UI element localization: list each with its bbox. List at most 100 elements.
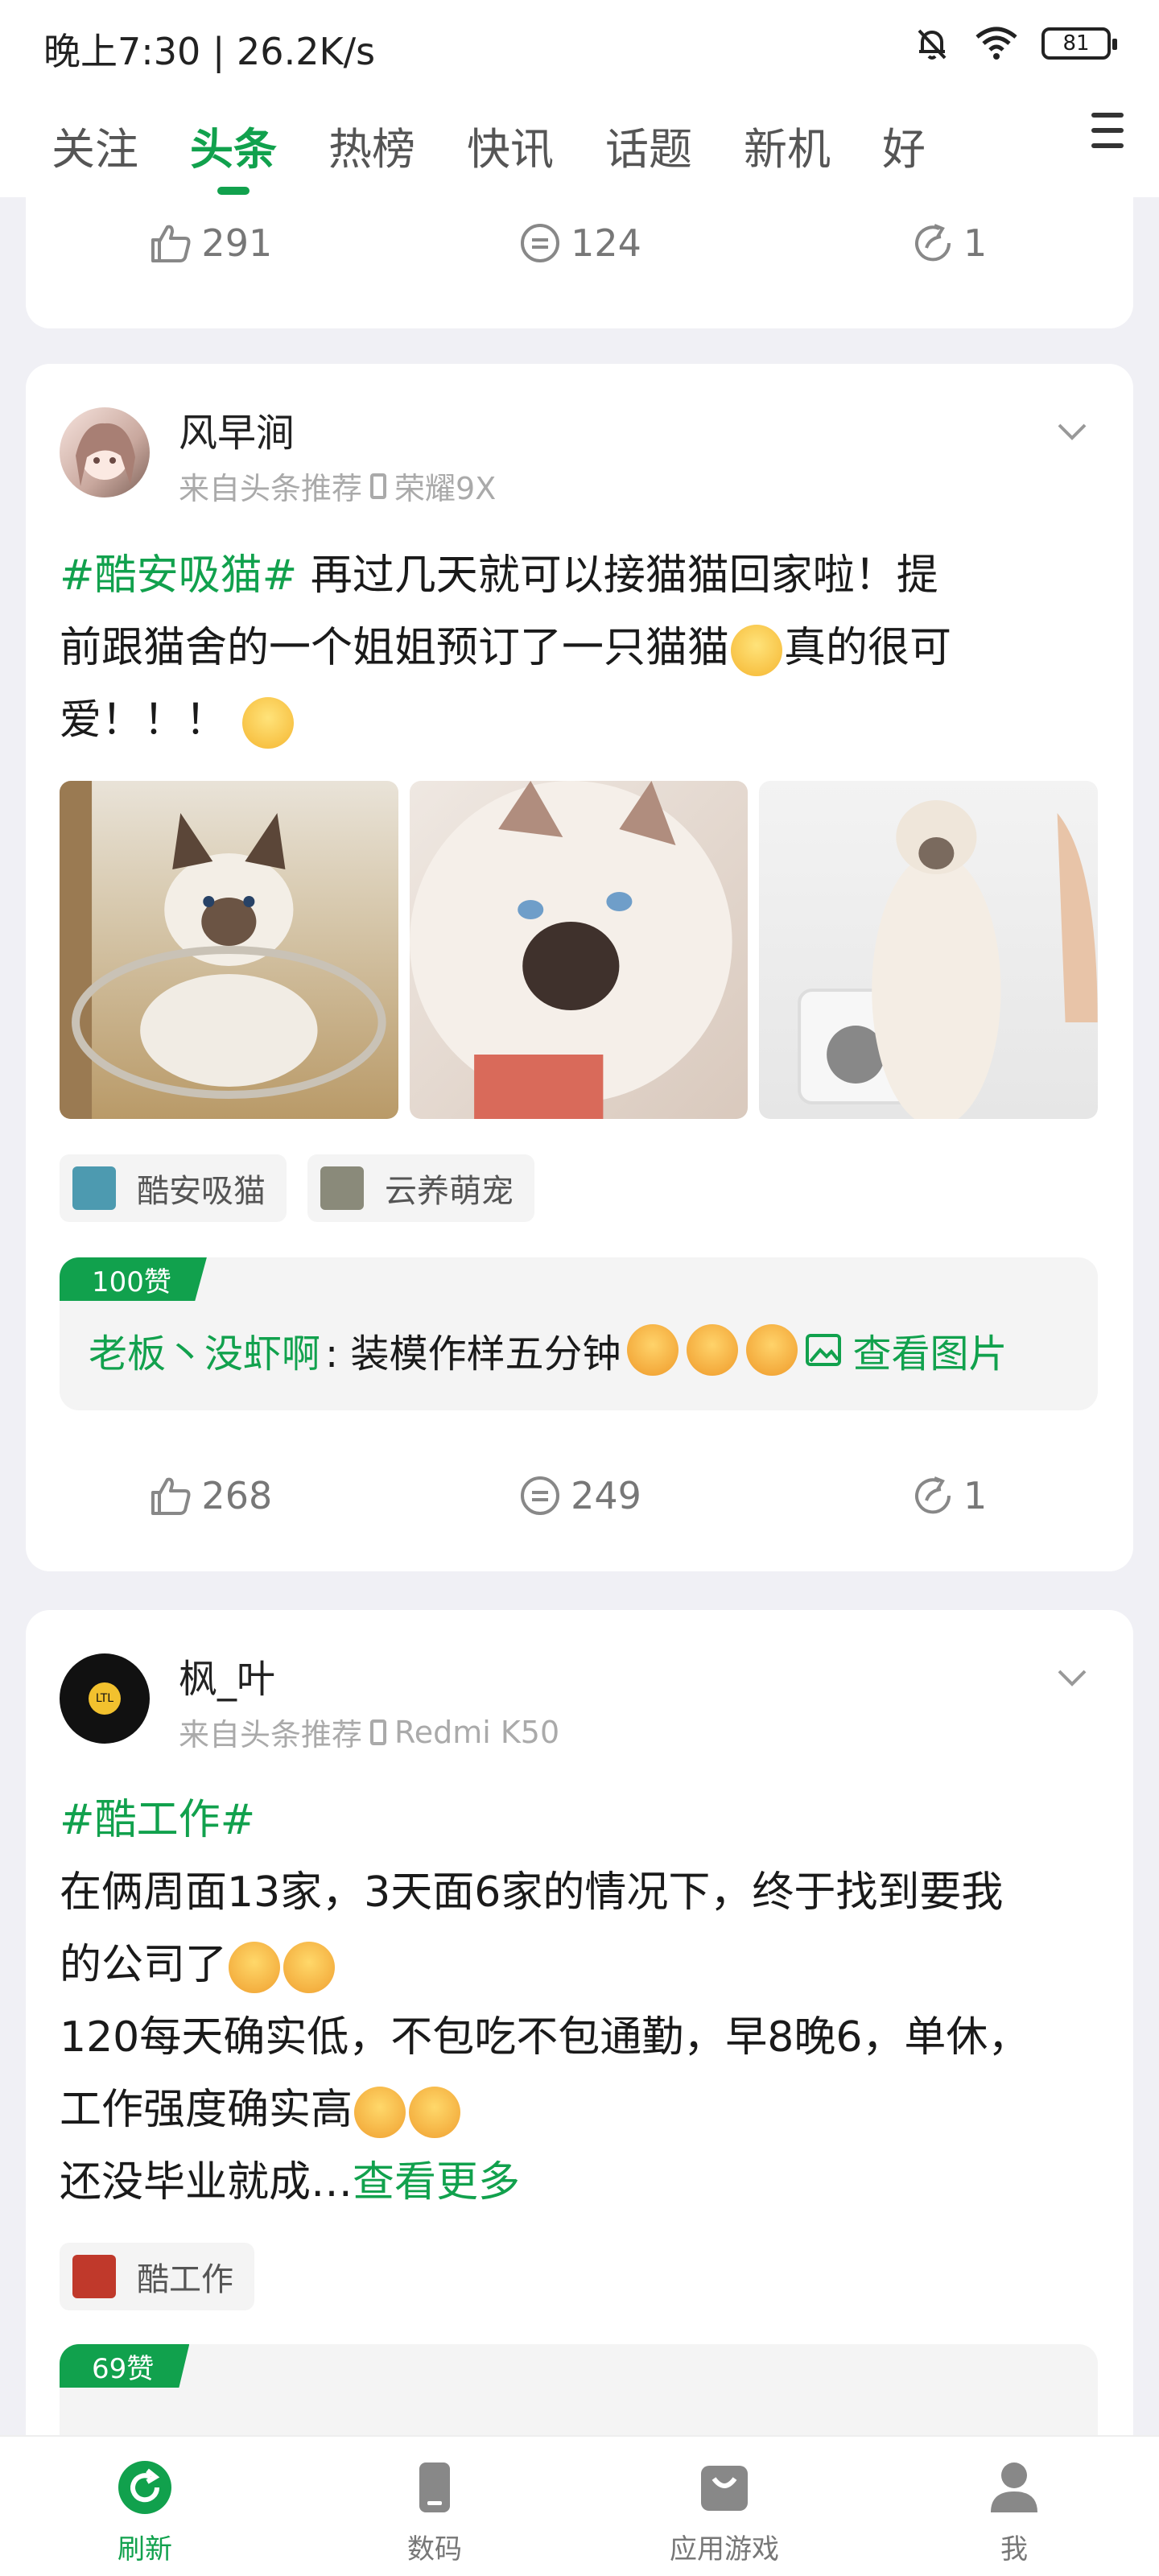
hot-comment-user[interactable]: 老板丶没虾啊 <box>89 1322 320 1378</box>
tag-label: 酷工作 <box>137 2261 233 2298</box>
post-line: 的公司了 <box>60 1941 228 1989</box>
post-line: 前跟猫舍的一个姐姐预订了一只猫猫 <box>60 624 730 672</box>
tab-bar: 关注 头条 热榜 快讯 话题 新机 好 <box>0 105 1159 185</box>
chevron-down-icon[interactable] <box>1056 415 1088 448</box>
username[interactable]: 枫_叶 <box>179 1647 275 1703</box>
tag-label: 云养萌宠 <box>385 1173 514 1210</box>
grin-emoji-icon <box>731 625 783 676</box>
share-button[interactable]: 1 <box>764 203 1133 283</box>
comment-icon <box>521 224 560 262</box>
user-icon <box>991 2462 1037 2512</box>
post-line: 爱！！！ <box>60 696 228 745</box>
comment-count: 249 <box>571 1474 641 1517</box>
post-line: 120每天确实低，不包吃不包通勤，早8晚6，单休， <box>60 2013 1030 2062</box>
thinking-emoji-icon <box>241 697 294 749</box>
refresh-icon <box>118 2461 171 2514</box>
top-bar: 晚上7:30 | 26.2K/s 81 关注 头条 热榜 快讯 话题 新机 好 <box>0 0 1159 197</box>
view-image-link[interactable]: 查看图片 <box>804 1322 1007 1378</box>
tab-headlines[interactable]: 头条 <box>190 114 277 177</box>
tab-topics[interactable]: 话题 <box>605 114 692 177</box>
tag-thumb-icon <box>320 1166 364 1210</box>
thumb-up-icon <box>151 225 191 262</box>
nav-label: 数码 <box>407 2533 462 2566</box>
mute-bell-icon <box>918 29 947 60</box>
share-icon <box>915 1476 951 1514</box>
tab-hot[interactable]: 热榜 <box>328 114 415 177</box>
topic-link[interactable]: #酷工作# <box>60 1796 255 1844</box>
nav-label: 我 <box>1000 2533 1028 2566</box>
cat-photo-2[interactable] <box>409 781 749 1119</box>
cat-image-icon <box>798 800 1099 1119</box>
crying-emoji-icon <box>229 1942 281 1993</box>
post-line: 在俩周面13家，3天面6家的情况下，终于找到要我 <box>60 1868 1004 1917</box>
post-line: 再过几天就可以接猫猫回家啦！提 <box>310 551 938 600</box>
topic-link[interactable]: #酷安吸猫# <box>60 551 297 600</box>
nav-refresh[interactable]: 刷新 <box>0 2437 290 2576</box>
post-device: 荣耀9X <box>394 471 497 506</box>
hot-comment-badge: 69赞 <box>60 2344 190 2388</box>
cat-photo-1[interactable] <box>60 781 398 1119</box>
tag-chip-pet[interactable]: 云养萌宠 <box>307 1154 534 1222</box>
tab-new-phones[interactable]: 新机 <box>744 114 831 177</box>
tag-thumb-icon <box>72 2255 116 2298</box>
thumb-up-icon <box>151 1477 191 1515</box>
comment-button[interactable]: 124 <box>395 203 765 283</box>
battery-icon: 81 <box>1041 27 1117 60</box>
wifi-icon <box>975 27 1017 60</box>
crying-emoji-icon <box>409 2087 461 2138</box>
avatar-logo: LTL <box>89 1682 121 1715</box>
menu-icon[interactable] <box>1091 113 1124 148</box>
chevron-down-icon[interactable] <box>1056 1662 1088 1694</box>
sunglasses-emoji-icon <box>687 1324 739 1376</box>
tag-label: 酷安吸猫 <box>137 1173 266 1210</box>
nav-label: 应用游戏 <box>670 2533 779 2566</box>
tag-chip-work[interactable]: 酷工作 <box>60 2243 254 2310</box>
like-count: 291 <box>201 221 273 265</box>
action-bar: 268 249 1 <box>26 1455 1133 1536</box>
post-meta: 来自头条推荐 荣耀9X <box>179 464 496 508</box>
like-button[interactable]: 291 <box>26 203 395 283</box>
action-bar: 291 124 1 <box>26 203 1133 283</box>
crying-emoji-icon <box>354 2087 406 2138</box>
comment-button[interactable]: 249 <box>395 1455 765 1536</box>
cat-photo-3[interactable] <box>759 781 1099 1119</box>
view-more-link[interactable]: 查看更多 <box>353 2158 520 2207</box>
tag-thumb-icon <box>72 1166 116 1210</box>
like-count: 268 <box>201 1474 273 1517</box>
image-icon <box>806 1334 842 1366</box>
phone-icon <box>370 473 387 499</box>
cat-image-icon <box>409 781 732 1119</box>
tag-chip-cat[interactable]: 酷安吸猫 <box>60 1154 287 1222</box>
shopping-bag-icon <box>701 2466 748 2511</box>
username[interactable]: 风早涧 <box>179 401 295 457</box>
nav-apps-games[interactable]: 应用游戏 <box>580 2437 869 2576</box>
post-line: 还没毕业就成… <box>60 2158 353 2207</box>
tab-news[interactable]: 快讯 <box>467 114 554 177</box>
like-button[interactable]: 268 <box>26 1455 395 1536</box>
tab-good[interactable]: 好 <box>882 114 926 177</box>
sunglasses-emoji-icon <box>627 1324 679 1376</box>
post-source: 来自头条推荐 <box>179 471 363 506</box>
hot-comment[interactable]: 100赞 老板丶没虾啊 : 装模作样五分钟 查看图片 <box>60 1257 1098 1410</box>
nav-me[interactable]: 我 <box>869 2437 1159 2576</box>
photo-grid <box>60 781 1099 1119</box>
view-image-label: 查看图片 <box>852 1331 1008 1377</box>
nav-label: 刷新 <box>118 2533 172 2566</box>
hot-comment-badge: 100赞 <box>60 1257 207 1301</box>
nav-digital[interactable]: 数码 <box>290 2437 580 2576</box>
share-button[interactable]: 1 <box>764 1455 1133 1536</box>
share-icon <box>915 224 951 262</box>
feed-card-post2[interactable]: LTL 枫_叶 来自头条推荐 Redmi K50 #酷工作# 在俩周面13家，3… <box>26 1610 1133 2576</box>
cat-image-icon <box>60 781 386 1119</box>
avatar[interactable]: LTL <box>60 1653 150 1744</box>
post-device: Redmi K50 <box>394 1714 560 1750</box>
share-count: 1 <box>963 221 988 265</box>
anime-avatar-icon <box>76 423 135 486</box>
post-meta: 来自头条推荐 Redmi K50 <box>179 1710 559 1754</box>
tab-follow[interactable]: 关注 <box>52 114 138 177</box>
status-icons: 81 <box>913 24 1117 63</box>
feed-card-post1[interactable]: 风早涧 来自头条推荐 荣耀9X #酷安吸猫# 再过几天就可以接猫猫回家啦！提 前… <box>26 364 1133 1571</box>
avatar[interactable] <box>60 407 150 497</box>
status-time: 晚上7:30 | 26.2K/s <box>43 30 376 73</box>
bottom-nav: 刷新 数码 应用游戏 我 <box>0 2435 1159 2576</box>
